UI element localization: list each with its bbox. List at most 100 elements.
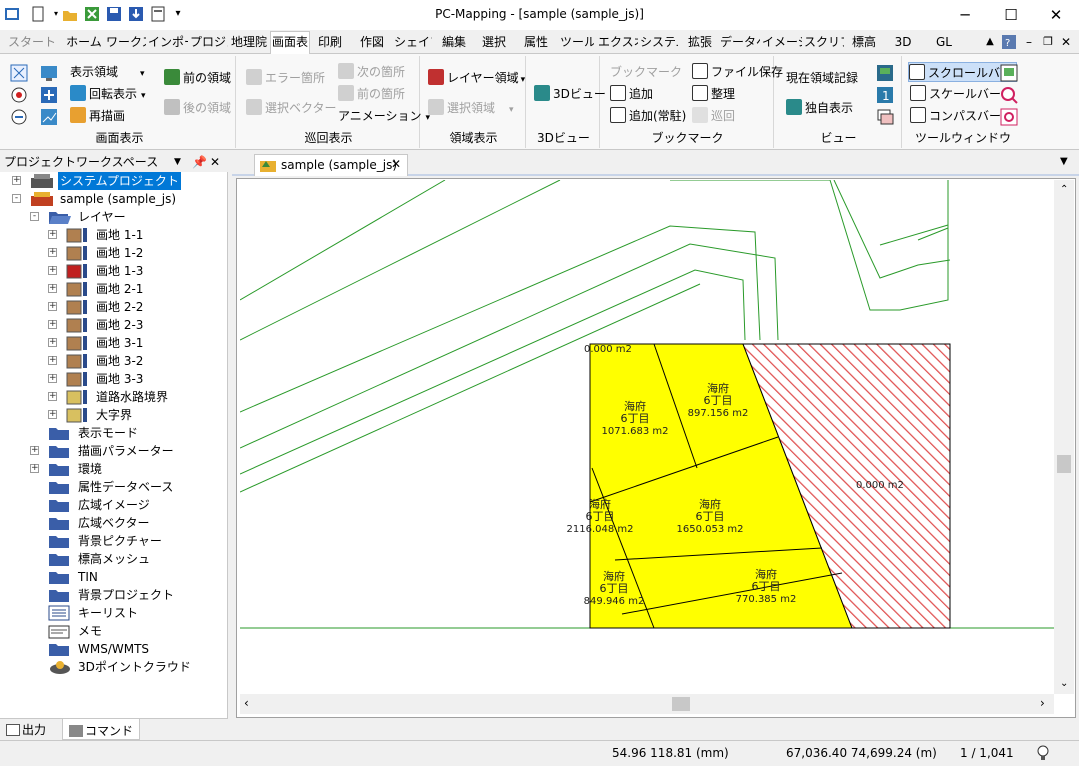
scroll-down-icon[interactable]: ⌄ [1060, 678, 1068, 689]
lightbulb-icon[interactable] [1036, 744, 1050, 765]
tab-extend[interactable]: 拡張 [684, 32, 716, 54]
tab-export[interactable]: エクスオ [598, 32, 638, 54]
tree-layer-item[interactable]: + 画地 1-1 [0, 226, 226, 244]
expand-icon[interactable]: + [48, 248, 57, 257]
tree-layer-item[interactable]: + 画地 1-3 [0, 262, 226, 280]
tree-folder-item[interactable]: + 環境 [0, 460, 226, 478]
expand-icon[interactable]: + [48, 320, 57, 329]
map-canvas[interactable]: 海府6丁目1071.683 m2海府6丁目897.156 m2海府6丁目2116… [240, 180, 1054, 694]
tab-home[interactable]: ホーム [64, 32, 104, 54]
info-icon[interactable]: 1 [876, 86, 894, 104]
next-area-button[interactable]: 後の領域 [164, 98, 231, 118]
document-tab-close-icon[interactable]: ✕ [391, 157, 401, 171]
tab-project[interactable]: プロジェ [190, 32, 228, 54]
tab-gl[interactable]: GL [930, 32, 958, 54]
monitor-icon[interactable] [40, 64, 58, 82]
tab-system[interactable]: システム [640, 32, 678, 54]
3dview-button[interactable]: 3Dビュー [534, 84, 606, 104]
collapse-icon[interactable]: - [12, 194, 21, 203]
tab-list-dropdown-icon[interactable]: ▼ [1060, 156, 1068, 167]
tree-layer-item[interactable]: + 画地 3-2 [0, 352, 226, 370]
tree-folder-item[interactable]: メモ [0, 622, 226, 640]
expand-icon[interactable]: + [48, 266, 57, 275]
mdi-restore-icon[interactable]: ❐ [1040, 32, 1056, 54]
animation-dropdown[interactable]: アニメーション ▾ [338, 106, 430, 126]
tab-select[interactable]: 選択 [478, 32, 510, 54]
tab-data[interactable]: データへ [720, 32, 760, 54]
tab-draw[interactable]: 作図 [356, 32, 388, 54]
help-icon[interactable]: ? [1000, 32, 1018, 54]
tab-elevation[interactable]: 標高 [848, 32, 880, 54]
tab-workspace[interactable]: ワークス [106, 32, 146, 54]
maximize-button[interactable]: ☐ [988, 0, 1034, 30]
prev-location-button[interactable]: 前の箇所 [338, 84, 405, 104]
document-tab[interactable]: sample (sample_js) ✕ [254, 154, 408, 176]
tab-edit[interactable]: 編集 [438, 32, 470, 54]
expand-icon[interactable]: + [30, 464, 39, 473]
expand-icon[interactable]: + [48, 392, 57, 401]
collapse-icon[interactable]: - [30, 212, 39, 221]
record-area-button[interactable]: 現在領域記録 [786, 68, 858, 88]
output-tab[interactable]: 出力 [6, 722, 46, 738]
add-bookmark-button[interactable]: 追加 [610, 84, 653, 104]
tree-folder-item[interactable]: 背景プロジェクト [0, 586, 226, 604]
horizontal-scrollbar[interactable]: ‹ › [240, 694, 1054, 714]
tree-layer-item[interactable]: + 画地 2-3 [0, 316, 226, 334]
command-tab[interactable]: コマンド [62, 719, 141, 740]
expand-icon[interactable]: + [12, 176, 21, 185]
scroll-right-icon[interactable]: › [1040, 696, 1045, 710]
solo-display-button[interactable]: 独自表示 [786, 98, 853, 118]
select-region-dropdown[interactable]: 選択領域 ▾ [428, 98, 514, 118]
magnifier-icon[interactable] [1000, 86, 1018, 104]
tab-print[interactable]: 印刷 [314, 32, 346, 54]
layer-region-dropdown[interactable]: レイヤー領域 ▾ [428, 68, 525, 88]
display-area-dropdown[interactable]: 表示領域 ▾ [70, 62, 145, 82]
tree-folder-item[interactable]: 3Dポイントクラウド [0, 658, 226, 676]
tree-folder-item[interactable]: キーリスト [0, 604, 226, 622]
tree-folder-item[interactable]: 表示モード [0, 424, 226, 442]
vertical-scrollbar[interactable]: ⌃ ⌄ [1054, 180, 1074, 694]
tab-gsi[interactable]: 地理院 [230, 32, 268, 54]
redraw-button[interactable]: 再描画 [70, 106, 125, 126]
tree-layer-folder[interactable]: - レイヤー [0, 208, 226, 226]
rotate-display-button[interactable]: 回転表示 ▾ [70, 84, 146, 104]
tab-3d[interactable]: 3D [890, 32, 916, 54]
panel-close-icon[interactable]: ✕ [210, 152, 220, 172]
tree-folder-item[interactable]: 属性データベース [0, 478, 226, 496]
mdi-minimize-icon[interactable]: – [1022, 32, 1036, 54]
horizontal-scroll-thumb[interactable] [672, 697, 690, 711]
tree-folder-item[interactable]: 広域イメージ [0, 496, 226, 514]
organize-button[interactable]: 整理 [692, 84, 735, 104]
panel-menu-icon[interactable]: ▼ [174, 152, 181, 172]
scale-icon[interactable] [40, 108, 58, 126]
minimize-button[interactable]: ─ [942, 0, 988, 30]
tree-layer-item[interactable]: + 画地 3-3 [0, 370, 226, 388]
pin-icon[interactable]: 📌 [192, 152, 207, 172]
layers-view-icon[interactable] [876, 108, 894, 126]
next-location-button[interactable]: 次の箇所 [338, 62, 405, 82]
tab-tools[interactable]: ツール [560, 32, 594, 54]
compassbar-toggle[interactable]: コンパスバー [910, 106, 1001, 126]
tree-layer-item[interactable]: + 道路水路境界 [0, 388, 226, 406]
expand-icon[interactable]: + [48, 410, 57, 419]
tree-folder-item[interactable]: 背景ピクチャー [0, 532, 226, 550]
tree-system-project[interactable]: + システムプロジェクト [0, 172, 226, 190]
fit-view-icon[interactable] [10, 64, 28, 82]
tab-script[interactable]: スクリプ [804, 32, 844, 54]
prev-area-button[interactable]: 前の領域 [164, 68, 231, 88]
target-icon[interactable] [1000, 108, 1018, 126]
tab-display[interactable]: 画面表 [270, 31, 310, 55]
collapse-ribbon-icon[interactable]: ▲ [982, 32, 998, 54]
pan-icon[interactable] [40, 86, 58, 104]
tree-layer-item[interactable]: + 画地 3-1 [0, 334, 226, 352]
tab-shape[interactable]: シェイプ [394, 32, 432, 54]
scalebar-toggle[interactable]: スケールバー [910, 84, 1001, 104]
tree-folder-item[interactable]: 広域ベクター [0, 514, 226, 532]
tree-layer-item[interactable]: + 画地 2-1 [0, 280, 226, 298]
scroll-up-icon[interactable]: ⌃ [1060, 184, 1068, 195]
close-button[interactable]: ✕ [1033, 0, 1079, 30]
bookmark-patrol-button[interactable]: 巡回 [692, 106, 735, 126]
add-resident-button[interactable]: 追加(常駐) [610, 106, 686, 126]
zoom-in-icon[interactable] [10, 86, 28, 104]
error-location-button[interactable]: エラー箇所 [246, 68, 325, 88]
